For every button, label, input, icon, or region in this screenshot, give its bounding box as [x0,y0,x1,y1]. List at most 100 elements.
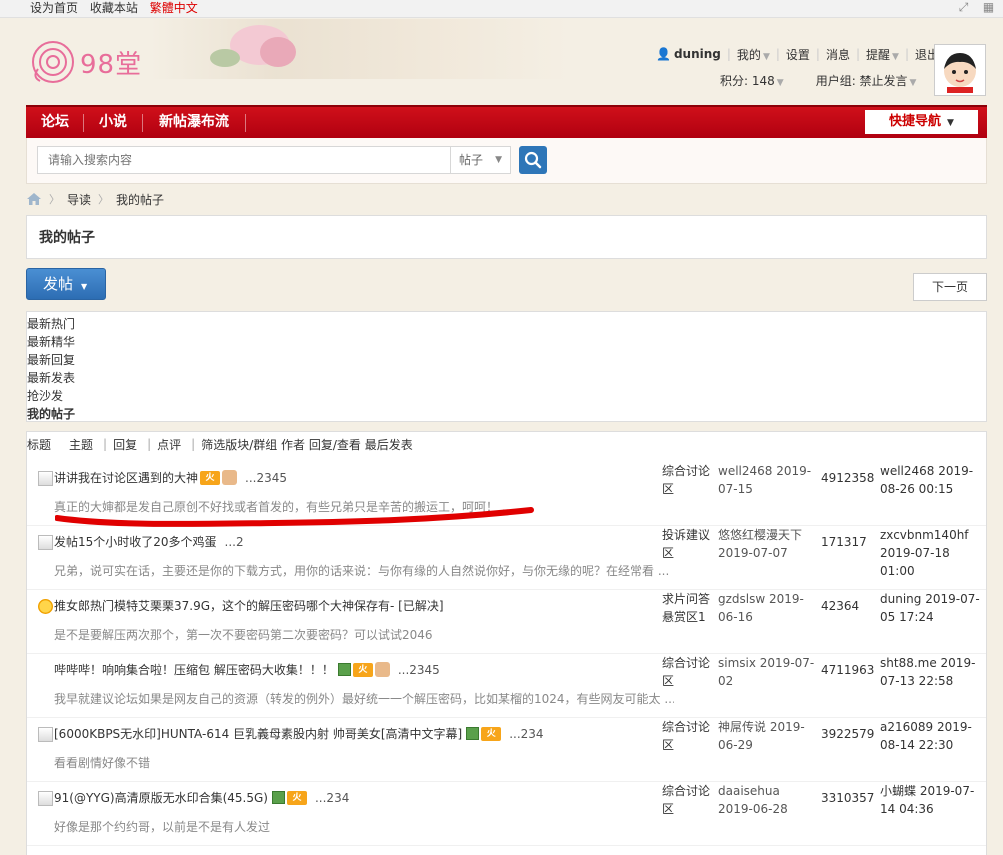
thread-author[interactable]: daaisehua 2019-06-28 [718,782,818,818]
thread-author[interactable]: well2468 2019-07-15 [718,462,818,498]
table-row: [6000KBPS无水印]HUNTA-614 巨乳義母素股内射 帅哥美女[高清中… [27,718,986,782]
traditional-chinese-link[interactable]: 繁體中文 [150,1,198,15]
table-row: 发帖15个小时收了20多个鸡蛋 ...2 兄弟，说可实在话，主要还是你的下载方式… [27,526,986,590]
chevron-down-icon: ▼ [495,155,502,165]
thread-title[interactable]: [6000KBPS无水印]HUNTA-614 巨乳義母素股内射 帅哥美女[高清中… [54,725,462,742]
filter-sofa[interactable]: 抢沙发 [27,387,986,405]
home-icon[interactable] [26,192,42,206]
thread-author[interactable]: gzdslsw 2019-06-16 [718,590,818,626]
theme-palette-icon[interactable]: ▦ [982,1,995,14]
thread-title[interactable]: 推女郎热门模特艾栗栗37.9G，这个的解压密码哪个大神保存有- [已解决] [54,597,444,614]
thread-last-post[interactable]: sht88.me 2019-07-13 22:58 [880,654,980,690]
filter-latest-post[interactable]: 最新发表 [27,369,986,387]
settings-link[interactable]: 设置 [786,46,810,63]
thread-stats: 171317 [821,535,867,549]
header-decoration [150,19,570,79]
new-post-button[interactable]: 发帖 ▼ [26,268,106,300]
thread-last-post[interactable]: a216089 2019-08-14 22:30 [880,718,980,754]
thread-author[interactable]: simsix 2019-07-02 [718,654,818,690]
points-menu[interactable]: 积分: 148 ▼ [720,72,784,89]
search-input[interactable] [37,146,451,174]
tab-topics[interactable]: 主题 [69,436,93,453]
thread-summary: 我早就建议论坛如果是网友自己的资源（转发的例外）最好统一一个解压密码，比如某榴的… [54,692,674,706]
reminders-menu[interactable]: 提醒 ▼ [866,46,899,63]
thread-last-post[interactable]: well2468 2019-08-26 00:15 [880,462,980,498]
thread-title[interactable]: 哔哔哔！响响集合啦！压缩包 解压密码大收集！！！ [54,661,334,678]
thread-list: 标题 主题 | 回复 | 点评 | 筛选版块/群组 作者 回复/查看 最后发表 … [26,431,987,855]
breadcrumb-guide[interactable]: 导读 [67,191,91,208]
site-header: 98堂 👤 duning | 我的 ▼ | 设置 | 消息 | 提醒 ▼ | 退出 … [0,19,1003,105]
set-homepage-link[interactable]: 设为首页 [30,1,78,15]
quick-nav-button[interactable]: 快捷导航 ▼ [865,110,978,134]
thread-summary: 兄弟，说可实在话，主要还是你的下载方式，用你的话来说：与你有缘的人自然说你好，与… [54,564,670,578]
thread-folder-icon [38,535,53,550]
breadcrumb-my-posts[interactable]: 我的帖子 [116,191,164,208]
chevron-down-icon: ▼ [947,118,954,128]
hot-icon: 火 [286,790,307,805]
thread-pages[interactable]: ...234 [315,791,349,805]
thread-title[interactable]: 91(@YYG)高清原版无水印合集(45.5G) [54,789,268,806]
table-row: 讲讲我在讨论区遇到的大神 火 ...2345 真正的大婶都是发自己原创不好找或者… [27,462,986,526]
bookmark-site-link[interactable]: 收藏本站 [90,1,138,15]
site-logo[interactable]: 98堂 [30,39,142,85]
thread-stats: 4912358 [821,471,875,485]
thread-last-post[interactable]: zxcvbnm140hf 2019-07-18 01:00 [880,526,980,580]
thread-forum[interactable]: 综合讨论区 [662,718,716,754]
thread-forum[interactable]: 综合讨论区 [662,782,716,818]
filter-latest-reply[interactable]: 最新回复 [27,351,986,369]
hot-icon: 火 [481,726,502,741]
thread-title[interactable]: 发帖15个小时收了20多个鸡蛋 [54,533,217,550]
thread-folder-icon [38,471,53,486]
user-panel: 👤 duning | 我的 ▼ | 设置 | 消息 | 提醒 ▼ | 退出 积分: … [656,46,940,88]
thumb-up-icon [374,662,390,677]
nav-item-waterfall[interactable]: 新帖瀑布流 [159,107,229,138]
fullscreen-icon[interactable]: ⤢ [957,1,970,14]
my-menu[interactable]: 我的 ▼ [737,46,770,63]
thread-pages[interactable]: ...2345 [398,663,440,677]
thread-author[interactable]: 悠悠红樱漫天下 2019-07-07 [718,526,818,562]
col-title: 标题 [27,437,52,452]
rose-logo-icon [32,41,74,83]
thread-forum[interactable]: 求片问答悬赏区1 [662,590,716,626]
usergroup-menu[interactable]: 用户组: 禁止发言 ▼ [816,72,917,89]
thread-pages[interactable]: ...2345 [245,471,287,485]
thread-forum[interactable]: 综合讨论区 [662,462,716,498]
list-header: 标题 主题 | 回复 | 点评 | 筛选版块/群组 作者 回复/查看 最后发表 [27,436,413,453]
messages-link[interactable]: 消息 [826,46,850,63]
nav-item-novel[interactable]: 小说 [99,107,127,138]
table-row: 推女郎热门模特艾栗栗37.9G，这个的解压密码哪个大神保存有- [已解决] 是不… [27,590,986,654]
thread-last-post[interactable]: duning 2019-07-05 17:24 [880,590,980,626]
logo-text: 98堂 [80,49,143,80]
tab-comments[interactable]: 点评 [157,436,181,453]
nav-item-forum[interactable]: 论坛 [41,107,69,138]
tab-replies[interactable]: 回复 [113,436,137,453]
thread-folder-icon [38,727,53,742]
top-utility-bar: 设为首页 收藏本站 繁體中文 ⤢ ▦ [0,0,1003,18]
thread-pages[interactable]: ...234 [509,727,543,741]
thread-author[interactable]: 神屌传说 2019-06-29 [718,718,818,754]
avatar[interactable] [934,44,986,96]
search-type-select[interactable]: 帖子 ▼ [450,146,511,174]
chevron-down-icon: ▼ [81,282,88,291]
thread-pages[interactable]: ...2 [225,535,244,549]
filter-my-posts[interactable]: 我的帖子 [27,405,986,423]
filter-forum-columns[interactable]: 筛选版块/群组 作者 回复/查看 最后发表 [201,436,413,453]
hot-icon: 火 [352,662,373,677]
thread-stats: 3310357 [821,791,875,805]
attachment-icon [337,663,351,676]
thread-summary: 真正的大婶都是发自己原创不好找或者首发的，有些兄弟只是辛苦的搬运工，呵呵！ ..… [54,500,514,514]
thread-forum[interactable]: 综合讨论区 [662,654,716,690]
thumb-up-icon [222,470,238,485]
search-button[interactable] [519,146,547,174]
filter-digest[interactable]: 最新精华 [27,333,986,351]
page-title: 我的帖子 [26,215,987,259]
thread-stats: 3922579 [821,727,875,741]
filter-hot[interactable]: 最新热门 [27,315,986,333]
thread-forum[interactable]: 投诉建议区 [662,526,716,562]
search-icon [524,151,542,169]
thread-summary: 是不是要解压两次那个，第一次不要密码第二次要密码？可以试试2046 [54,628,433,642]
thread-title[interactable]: 讲讲我在讨论区遇到的大神 [54,469,198,486]
username-link[interactable]: duning [674,47,721,61]
next-page-button[interactable]: 下一页 [913,273,987,301]
thread-last-post[interactable]: 小蝴蝶 2019-07-14 04:36 [880,782,980,818]
